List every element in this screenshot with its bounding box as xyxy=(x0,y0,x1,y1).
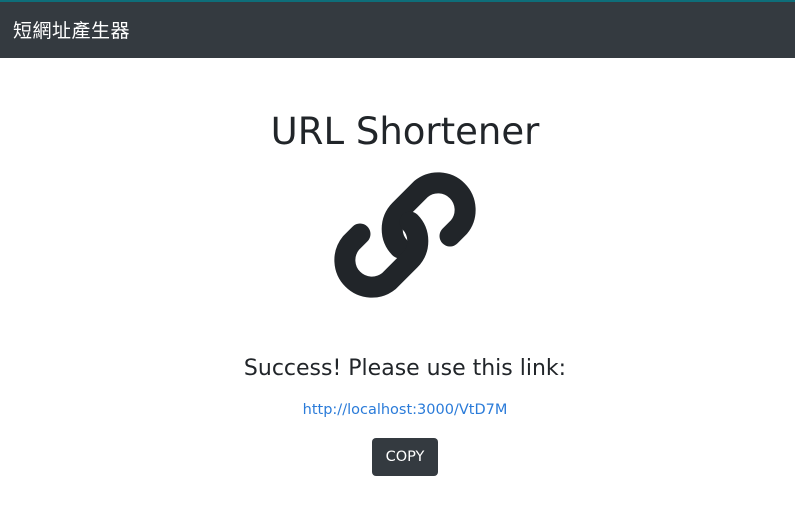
main-content: URL Shortener Success! Please use this l… xyxy=(0,58,795,522)
page-title: URL Shortener xyxy=(270,110,540,153)
navbar-brand[interactable]: 短網址產生器 xyxy=(13,16,130,43)
navbar: 短網址產生器 xyxy=(0,0,795,58)
copy-button[interactable]: COPY xyxy=(372,438,438,476)
link-icon xyxy=(334,172,476,298)
success-message: Success! Please use this link: xyxy=(243,356,567,381)
short-url-link[interactable]: http://localhost:3000/VtD7M xyxy=(0,400,795,420)
